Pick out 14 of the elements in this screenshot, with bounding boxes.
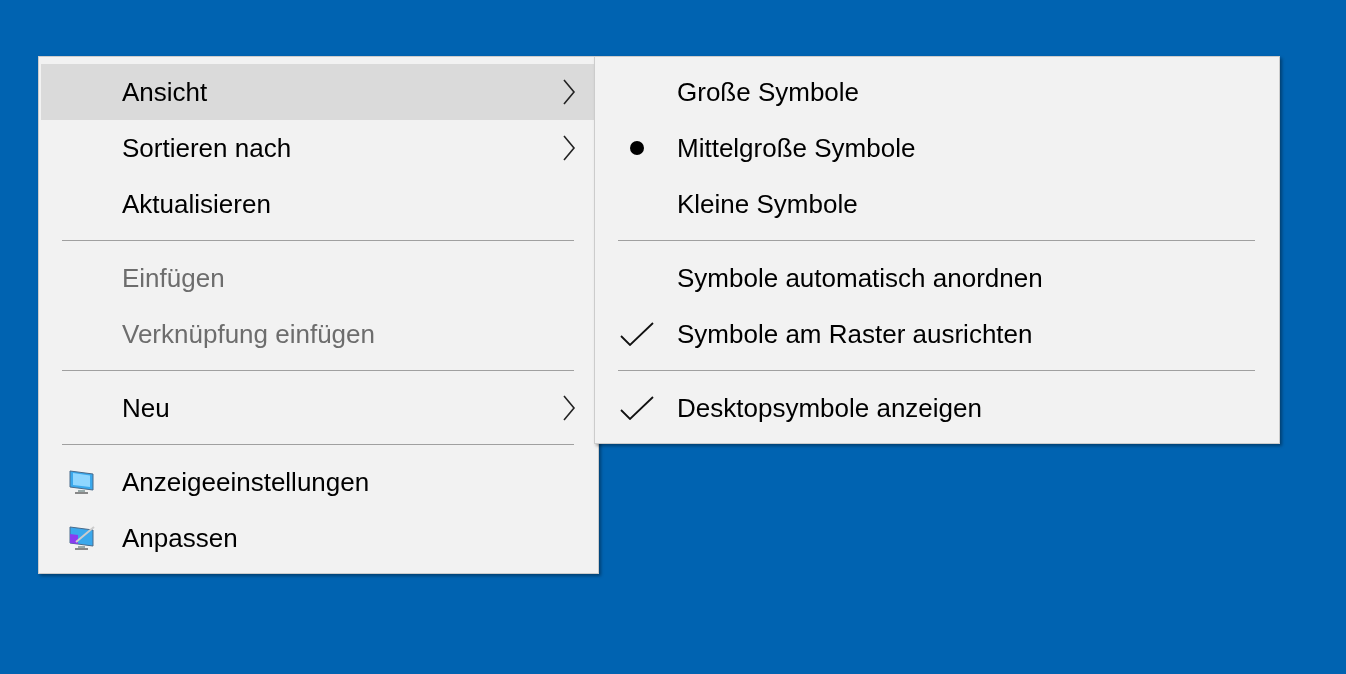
menu-item[interactable]: Desktopsymbole anzeigen	[597, 380, 1277, 436]
menu-item[interactable]: Anpassen	[41, 510, 596, 566]
menu-item[interactable]: Kleine Symbole	[597, 176, 1277, 232]
menu-item[interactable]: Symbole automatisch anordnen	[597, 250, 1277, 306]
menu-item[interactable]: Sortieren nach	[41, 120, 596, 176]
menu-item[interactable]: Neu	[41, 380, 596, 436]
menu-item[interactable]: Symbole am Raster ausrichten	[597, 306, 1277, 362]
menu-item[interactable]: Aktualisieren	[41, 176, 596, 232]
monitor-pen-icon	[67, 524, 96, 552]
monitor-icon	[67, 468, 96, 496]
menu-item[interactable]: Anzeigeeinstellungen	[41, 454, 596, 510]
menu-item[interactable]: Ansicht	[41, 64, 596, 120]
menu-item[interactable]: Mittelgroße Symbole	[597, 120, 1277, 176]
menu-item[interactable]: Große Symbole	[597, 64, 1277, 120]
